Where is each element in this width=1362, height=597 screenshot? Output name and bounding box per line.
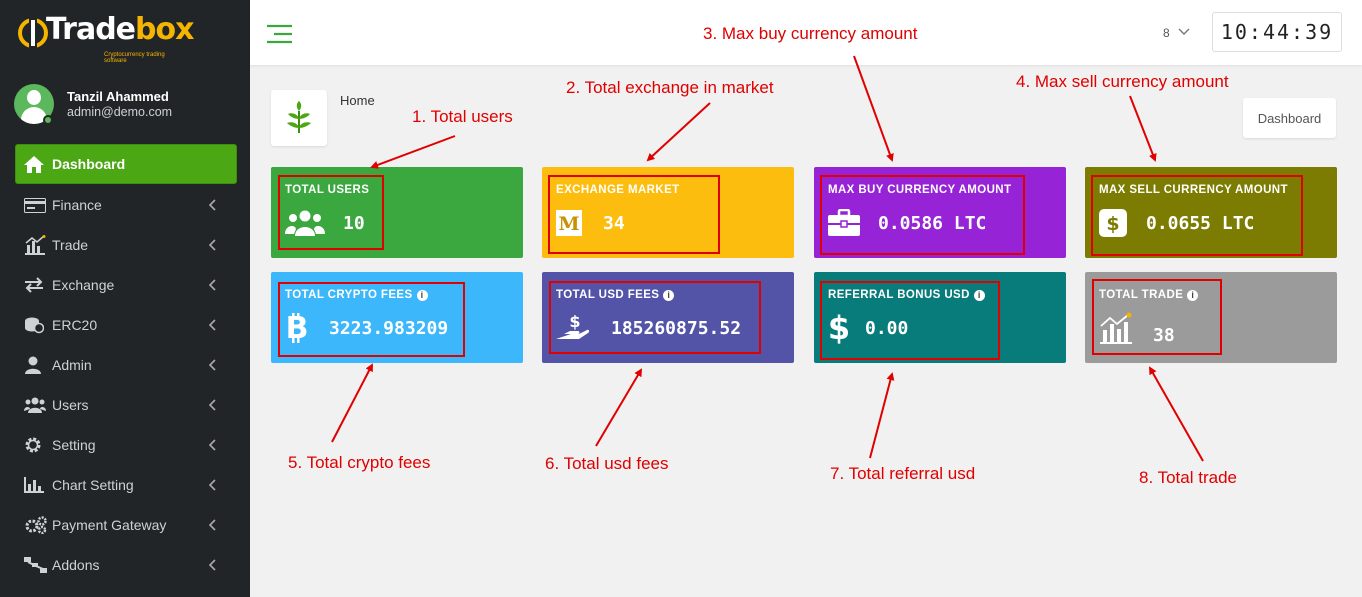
chevron-left-icon [208,519,216,531]
logo[interactable]: Tradebox Cryptocurrency trading software [18,8,194,64]
chevron-left-icon [208,319,216,331]
annotation-box-usd-fees [549,281,761,354]
gears-icon [24,516,48,534]
digital-clock: 10:44:39 [1212,12,1342,52]
annotation-box-exchange-market [548,175,720,254]
breadcrumb[interactable]: Home [340,93,375,108]
dashboard-button[interactable]: Dashboard [1243,98,1336,138]
sidebar-item-label: Exchange [52,277,115,293]
language-selector[interactable]: 8 [1163,26,1170,40]
home-icon [24,155,48,173]
annotation-crypto-fees: 5. Total crypto fees [288,453,431,472]
gear-icon [24,436,48,454]
annotation-max-sell: 4. Max sell currency amount [1016,72,1229,91]
home-icon-card [271,90,327,146]
sidebar-item-label: Trade [52,237,89,253]
chevron-left-icon [208,559,216,571]
annotation-box-total-users [278,175,384,250]
user-email: admin@demo.com [67,105,173,119]
chart-icon [24,235,48,255]
exchange-icon [24,276,48,294]
sidebar-item-dashboard[interactable]: Dashboard [16,145,236,183]
sidebar-item-label: Chart Setting [52,477,134,493]
user-name: Tanzil Ahammed [67,89,169,104]
sidebar-item-label: Users [52,397,89,413]
sidebar-item-finance[interactable]: Finance [0,185,250,225]
sidebar-item-addons[interactable]: Addons [0,545,250,585]
sitemap-icon [24,556,48,574]
online-status-dot [43,115,53,125]
annotation-total-users: 1. Total users [412,107,513,126]
sidebar-item-label: ERC20 [52,317,98,333]
bar-chart-icon [24,476,48,494]
chevron-left-icon [208,479,216,491]
user-profile[interactable]: Tanzil Ahammed admin@demo.com [14,84,244,128]
annotation-total-trade: 8. Total trade [1139,468,1237,487]
sidebar-item-users[interactable]: Users [0,385,250,425]
coin-icon [24,316,48,334]
sidebar-item-label: Payment Gateway [52,517,167,533]
chevron-left-icon [208,439,216,451]
annotation-max-buy: 3. Max buy currency amount [703,24,918,43]
annotation-referral: 7. Total referral usd [830,464,976,483]
sidebar-item-label: Finance [52,197,102,213]
logo-text: Tradebox [46,12,194,47]
sidebar: Tradebox Cryptocurrency trading software… [0,0,250,597]
sidebar-item-erc20[interactable]: ERC20 [0,305,250,345]
logo-mark-icon [18,16,48,50]
sidebar-item-trade[interactable]: Trade [0,225,250,265]
menu-toggle-icon[interactable] [264,24,294,44]
chevron-left-icon [208,359,216,371]
chevron-left-icon [208,399,216,411]
annotation-exchange-market: 2. Total exchange in market [566,78,774,97]
chevron-left-icon [208,199,216,211]
sidebar-item-label: Setting [52,437,96,453]
annotation-box-max-buy [820,175,1025,255]
annotation-box-total-trade [1092,279,1222,355]
logo-tagline: Cryptocurrency trading software [104,52,165,64]
chevron-left-icon [208,279,216,291]
annotation-box-crypto-fees [278,282,465,357]
chevron-left-icon [208,239,216,251]
user-icon [24,356,48,374]
annotation-usd-fees: 6. Total usd fees [545,454,669,473]
chevron-down-icon[interactable] [1178,26,1190,36]
money-icon [24,196,48,214]
sidebar-item-label: Dashboard [52,156,126,172]
annotation-box-max-sell [1091,175,1303,256]
users-icon [24,396,48,414]
sidebar-item-label: Admin [52,357,92,373]
leaf-icon [287,101,311,133]
annotation-box-referral [820,281,1000,360]
sidebar-item-admin[interactable]: Admin [0,345,250,385]
sidebar-item-label: Addons [52,557,100,573]
sidebar-item-setting[interactable]: Setting [0,425,250,465]
sidebar-item-payment-gateway[interactable]: Payment Gateway [0,505,250,545]
sidebar-item-exchange[interactable]: Exchange [0,265,250,305]
sidebar-nav: Dashboard Finance Trade Exchange ERC20 A… [0,145,250,585]
sidebar-item-chart-setting[interactable]: Chart Setting [0,465,250,505]
